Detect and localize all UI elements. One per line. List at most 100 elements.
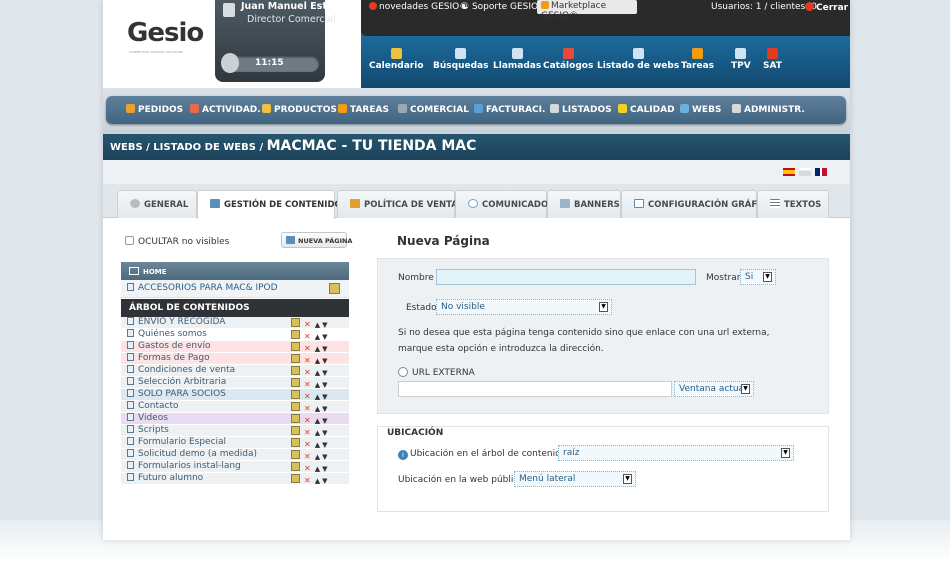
home-node[interactable]: HOME [121, 262, 349, 280]
ocultar-toggle[interactable]: OCULTAR no visibles [125, 236, 229, 247]
edit-icon[interactable] [291, 414, 300, 423]
delete-icon[interactable]: ✕ [304, 344, 311, 353]
move-down-icon[interactable]: ▼ [322, 465, 327, 473]
edit-icon[interactable] [291, 402, 300, 411]
breadcrumb-path[interactable]: WEBS / LISTADO DE WEBS / [110, 142, 267, 153]
move-up-icon[interactable]: ▲ [315, 441, 320, 449]
tree-item[interactable]: Solicitud demo (a medida) ✕ ▲ ▼ [121, 449, 349, 461]
shortcut-3[interactable]: Catálogos [543, 48, 593, 71]
shortcut-6[interactable]: TPV [731, 48, 751, 71]
url-input[interactable] [398, 381, 672, 397]
delete-icon[interactable]: ✕ [304, 332, 311, 341]
delete-icon[interactable]: ✕ [304, 392, 311, 401]
move-up-icon[interactable]: ▲ [315, 357, 320, 365]
edit-icon[interactable] [291, 354, 300, 363]
url-externa-radio[interactable] [398, 367, 408, 377]
edit-icon[interactable] [329, 283, 340, 294]
move-down-icon[interactable]: ▼ [322, 333, 327, 341]
tab-comunicados[interactable]: COMUNICADOS [455, 190, 554, 218]
menu-item-1[interactable]: ACTIVIDAD. [190, 104, 261, 115]
edit-icon[interactable] [291, 366, 300, 375]
estado-select[interactable]: No visible ▼ [436, 299, 612, 315]
tree-item[interactable]: Condiciones de venta ✕ ▲ ▼ [121, 365, 349, 377]
move-down-icon[interactable]: ▼ [322, 321, 327, 329]
tab-gestion-contenidos[interactable]: GESTIÓN DE CONTENIDOS [197, 190, 348, 219]
cerrar-button[interactable]: Cerrar [805, 2, 848, 13]
move-down-icon[interactable]: ▼ [322, 357, 327, 365]
tree-item[interactable]: Formulario Especial ✕ ▲ ▼ [121, 437, 349, 449]
menu-item-7[interactable]: CALIDAD [618, 104, 675, 115]
ocultar-checkbox[interactable] [125, 236, 134, 245]
mostrar-select[interactable]: Si ▼ [740, 269, 776, 285]
move-up-icon[interactable]: ▲ [315, 381, 320, 389]
move-up-icon[interactable]: ▲ [315, 429, 320, 437]
tree-item[interactable]: Futuro alumno ✕ ▲ ▼ [121, 473, 349, 485]
edit-icon[interactable] [291, 426, 300, 435]
move-down-icon[interactable]: ▼ [322, 477, 327, 485]
arbol-location-select[interactable]: raíz ▼ [558, 445, 794, 461]
delete-icon[interactable]: ✕ [304, 428, 311, 437]
menu-item-9[interactable]: ADMINISTR. [732, 104, 805, 115]
tree-item[interactable]: Formas de Pago ✕ ▲ ▼ [121, 353, 349, 365]
delete-icon[interactable]: ✕ [304, 356, 311, 365]
delete-icon[interactable]: ✕ [304, 320, 311, 329]
delete-icon[interactable]: ✕ [304, 452, 311, 461]
soporte-link[interactable]: ☯ Soporte GESIO® [461, 2, 547, 12]
move-up-icon[interactable]: ▲ [315, 477, 320, 485]
tree-item[interactable]: Videos ✕ ▲ ▼ [121, 413, 349, 425]
accesorios-node[interactable]: ACCESORIOS PARA MAC& IPOD [121, 280, 349, 298]
shortcut-0[interactable]: Calendario [369, 48, 424, 71]
tab-configuracion-grafica[interactable]: CONFIGURACIÓN GRÁFICA [621, 190, 773, 218]
tab-textos[interactable]: TEXTOS [757, 190, 829, 218]
shortcut-1[interactable]: Búsquedas [433, 48, 488, 71]
move-down-icon[interactable]: ▼ [322, 381, 327, 389]
edit-icon[interactable] [291, 330, 300, 339]
move-down-icon[interactable]: ▼ [322, 369, 327, 377]
move-down-icon[interactable]: ▼ [322, 429, 327, 437]
shortcut-2[interactable]: Llamadas [493, 48, 541, 71]
tree-item[interactable]: SOLO PARA SOCIOS ✕ ▲ ▼ [121, 389, 349, 401]
nombre-input[interactable] [436, 269, 696, 285]
move-up-icon[interactable]: ▲ [315, 333, 320, 341]
tree-item[interactable]: Scripts ✕ ▲ ▼ [121, 425, 349, 437]
delete-icon[interactable]: ✕ [304, 464, 311, 473]
tree-item[interactable]: Formularios instal-lang ✕ ▲ ▼ [121, 461, 349, 473]
edit-icon[interactable] [291, 342, 300, 351]
move-up-icon[interactable]: ▲ [315, 465, 320, 473]
tab-politica-ventas[interactable]: POLÍTICA DE VENTAS [337, 190, 464, 218]
shortcut-5[interactable]: Tareas [681, 48, 714, 71]
edit-icon[interactable] [291, 438, 300, 447]
flag-es-icon[interactable] [783, 168, 795, 176]
move-up-icon[interactable]: ▲ [315, 417, 320, 425]
delete-icon[interactable]: ✕ [304, 476, 311, 485]
menu-item-8[interactable]: WEBS [680, 104, 721, 115]
edit-icon[interactable] [291, 474, 300, 483]
logo[interactable]: Gesio COMPETITIVE CONTROL SOLUTIONS [127, 18, 207, 58]
menu-item-4[interactable]: COMERCIAL [398, 104, 469, 115]
move-down-icon[interactable]: ▼ [322, 393, 327, 401]
edit-icon[interactable] [291, 450, 300, 459]
delete-icon[interactable]: ✕ [304, 416, 311, 425]
edit-icon[interactable] [291, 318, 300, 327]
tab-general[interactable]: GENERAL [117, 190, 197, 218]
move-up-icon[interactable]: ▲ [315, 345, 320, 353]
menu-item-6[interactable]: LISTADOS [550, 104, 612, 115]
ventana-select[interactable]: Ventana actual ▼ [674, 381, 754, 397]
edit-icon[interactable] [291, 462, 300, 471]
delete-icon[interactable]: ✕ [304, 404, 311, 413]
tree-item[interactable]: Selección Arbitraria ✕ ▲ ▼ [121, 377, 349, 389]
tree-item[interactable]: Quiénes somos ✕ ▲ ▼ [121, 329, 349, 341]
move-down-icon[interactable]: ▼ [322, 453, 327, 461]
info-icon[interactable]: i [398, 450, 408, 460]
nueva-pagina-button[interactable]: NUEVA PÁGINA [281, 232, 352, 248]
move-up-icon[interactable]: ▲ [315, 405, 320, 413]
move-up-icon[interactable]: ▲ [315, 393, 320, 401]
move-down-icon[interactable]: ▼ [322, 405, 327, 413]
novedades-link[interactable]: novedades GESIO® [369, 2, 468, 12]
edit-icon[interactable] [291, 390, 300, 399]
tree-item[interactable]: Contacto ✕ ▲ ▼ [121, 401, 349, 413]
move-down-icon[interactable]: ▼ [322, 441, 327, 449]
delete-icon[interactable]: ✕ [304, 440, 311, 449]
move-down-icon[interactable]: ▼ [322, 417, 327, 425]
menu-item-5[interactable]: FACTURACI. [474, 104, 545, 115]
